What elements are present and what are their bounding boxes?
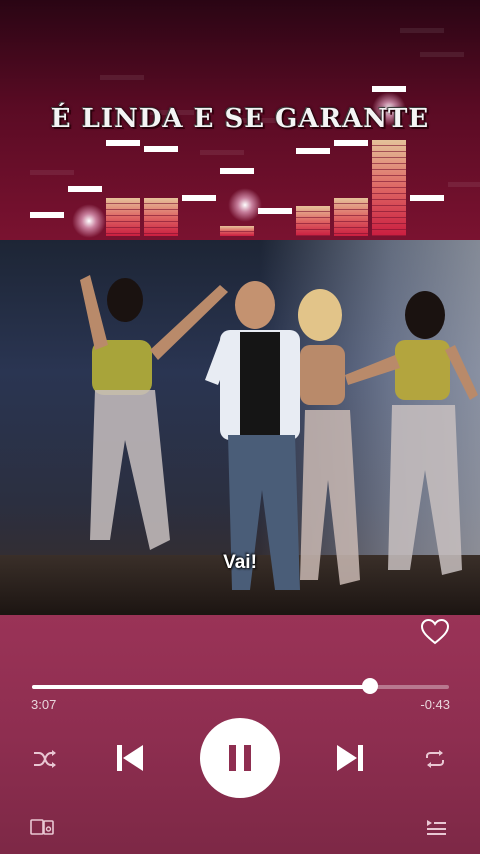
equalizer-segment-line — [372, 169, 406, 170]
equalizer-ghost-peak — [400, 28, 444, 33]
equalizer-segment-line — [144, 227, 178, 228]
sparkle-icon — [72, 204, 106, 238]
equalizer-segment-line — [334, 221, 368, 222]
equalizer-segment-line — [144, 215, 178, 216]
equalizer-segment-line — [334, 233, 368, 234]
equalizer-segment-line — [106, 203, 140, 204]
shuffle-button[interactable] — [30, 745, 60, 773]
equalizer-ghost-peak — [420, 52, 464, 57]
repeat-button[interactable] — [420, 745, 450, 773]
skip-previous-icon — [117, 745, 143, 771]
lyrics-line: É LINDA E SE GARANTE — [50, 104, 430, 134]
equalizer-segment-line — [296, 235, 330, 236]
equalizer-segment-line — [144, 233, 178, 234]
equalizer-peak — [220, 168, 254, 174]
equalizer-peak — [144, 146, 178, 152]
equalizer-peak — [30, 212, 64, 218]
elapsed-time: 3:07 — [31, 697, 57, 712]
repeat-icon — [426, 750, 444, 768]
equalizer-segment-line — [372, 193, 406, 194]
previous-button[interactable] — [110, 738, 150, 778]
next-button[interactable] — [330, 738, 370, 778]
equalizer-segment-line — [372, 175, 406, 176]
play-pause-button[interactable] — [200, 718, 280, 798]
equalizer-segment-line — [220, 231, 254, 232]
equalizer-segment-line — [296, 223, 330, 224]
equalizer-segment-line — [372, 211, 406, 212]
equalizer-segment-line — [372, 217, 406, 218]
equalizer-segment-line — [334, 215, 368, 216]
video-frame[interactable]: Vai! — [0, 240, 480, 615]
equalizer-peak — [258, 208, 292, 214]
equalizer-ghost-peak — [200, 150, 244, 155]
equalizer-segment-line — [334, 203, 368, 204]
equalizer-segment-line — [372, 205, 406, 206]
equalizer-segment-line — [372, 181, 406, 182]
queue-icon — [427, 820, 446, 835]
equalizer-ghost-peak — [100, 75, 144, 80]
equalizer-segment-line — [372, 145, 406, 146]
heart-outline-icon[interactable] — [420, 618, 450, 646]
equalizer-segment-line — [106, 227, 140, 228]
video-subtitle: Vai! — [223, 552, 257, 573]
sparkle-icon — [228, 188, 262, 222]
equalizer-segment-line — [372, 163, 406, 164]
equalizer-segment-line — [144, 221, 178, 222]
shuffle-icon — [34, 750, 56, 768]
skip-next-icon — [337, 745, 363, 771]
equalizer-ghost-peak — [30, 170, 74, 175]
equalizer-segment-line — [334, 227, 368, 228]
equalizer-peak — [106, 140, 140, 146]
equalizer-ghost-peak — [448, 182, 480, 187]
connect-device-icon — [30, 819, 54, 835]
equalizer-segment-line — [372, 235, 406, 236]
equalizer-segment-line — [296, 211, 330, 212]
lyrics-banner: É LINDA E SE GARANTE — [0, 0, 480, 240]
progress-fill — [32, 685, 370, 689]
equalizer-peak — [182, 195, 216, 201]
equalizer-bar — [296, 206, 330, 236]
equalizer-peak — [68, 186, 102, 192]
equalizer-segment-line — [106, 233, 140, 234]
remaining-time: -0:43 — [420, 697, 450, 712]
equalizer-segment-line — [106, 215, 140, 216]
equalizer-segment-line — [220, 237, 254, 238]
equalizer-segment-line — [144, 203, 178, 204]
equalizer-segment-line — [106, 209, 140, 210]
equalizer-segment-line — [372, 151, 406, 152]
equalizer-peak — [410, 195, 444, 201]
progress-thumb[interactable] — [361, 678, 378, 694]
equalizer-peak — [296, 148, 330, 154]
progress-bar[interactable] — [32, 685, 449, 689]
pause-icon — [229, 745, 251, 771]
equalizer-segment-line — [372, 199, 406, 200]
equalizer-segment-line — [296, 229, 330, 230]
queue-button[interactable] — [422, 814, 450, 840]
equalizer-segment-line — [372, 157, 406, 158]
equalizer-segment-line — [296, 217, 330, 218]
equalizer-segment-line — [372, 223, 406, 224]
equalizer-segment-line — [334, 209, 368, 210]
equalizer-segment-line — [372, 187, 406, 188]
equalizer-segment-line — [144, 209, 178, 210]
devices-button[interactable] — [28, 814, 56, 840]
equalizer-segment-line — [372, 229, 406, 230]
equalizer-segment-line — [106, 221, 140, 222]
equalizer-peak — [334, 140, 368, 146]
